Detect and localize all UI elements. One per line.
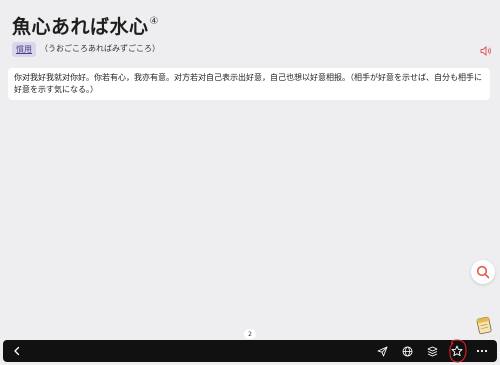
meaning-text: 你对我好我就对你好。你若有心，我亦有意。对方若对自己表示出好意，自己也想以好意相… xyxy=(14,73,482,94)
language-button[interactable] xyxy=(399,343,415,359)
back-button[interactable] xyxy=(9,343,25,359)
more-icon xyxy=(476,349,488,353)
floating-search-button[interactable] xyxy=(471,260,495,284)
bottom-toolbar xyxy=(3,340,497,362)
star-icon xyxy=(451,345,463,357)
send-icon xyxy=(377,346,387,356)
meaning-card: 你对我好我就对你好。你若有心，我亦有意。对方若对自己表示出好意，自己也想以好意相… xyxy=(8,68,490,100)
reading-text: （うおごころあればみずごころ） xyxy=(40,44,160,53)
dictionary-entry-page: 魚心あれば水心④ 慣用 （うおごころあればみずごころ） 你对我好我就对你好。你若… xyxy=(0,0,500,365)
idiom-tag[interactable]: 慣用 xyxy=(12,42,36,57)
search-icon xyxy=(476,265,490,279)
headword: 魚心あれば水心 xyxy=(12,16,149,38)
globe-icon xyxy=(402,346,412,356)
speaker-icon[interactable] xyxy=(480,42,492,57)
notebook-icon[interactable] xyxy=(475,315,493,335)
entry-title: 魚心あれば水心④ xyxy=(12,12,159,39)
share-button[interactable] xyxy=(374,343,390,359)
pitch-accent-marker: ④ xyxy=(149,15,159,27)
page-indicator: 2 xyxy=(244,329,256,339)
back-icon xyxy=(14,346,20,356)
more-button[interactable] xyxy=(474,343,490,359)
layers-icon xyxy=(427,346,437,356)
favorite-button[interactable] xyxy=(449,343,465,359)
dictionary-layers-button[interactable] xyxy=(424,343,440,359)
